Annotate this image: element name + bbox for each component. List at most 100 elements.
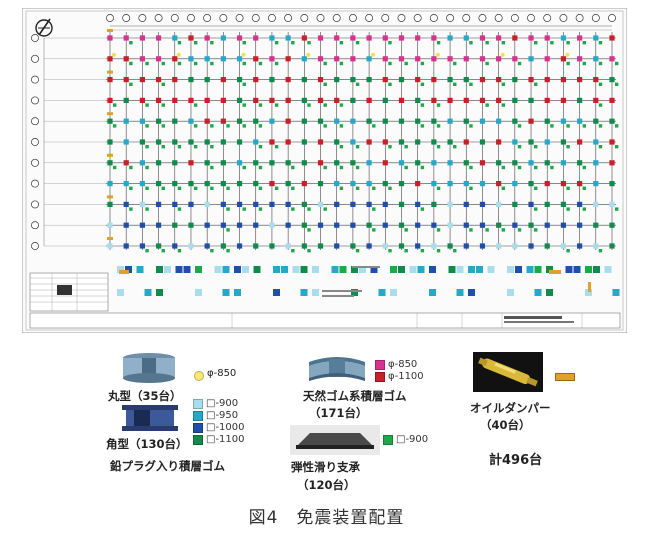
isolator-marker <box>188 139 194 145</box>
column-axis-bubble <box>203 14 212 22</box>
sliding-bearing-marker <box>339 61 344 66</box>
column-axis-bubble <box>429 14 438 22</box>
strip-device-marker <box>144 289 152 296</box>
sliding-bearing-marker <box>226 249 230 253</box>
column-axis-bubble <box>187 14 195 22</box>
isolator-marker <box>253 222 259 228</box>
isolator-marker <box>220 56 226 62</box>
sliding-bearing-marker <box>129 186 133 190</box>
isolator-marker <box>544 139 550 145</box>
isolator-marker <box>269 56 275 62</box>
isolator-marker <box>609 160 615 166</box>
sliding-bearing-marker <box>161 249 165 253</box>
sliding-bearing-marker <box>598 249 603 253</box>
isolator-marker <box>544 97 550 103</box>
isolator-marker <box>172 118 178 124</box>
isolator-marker <box>366 222 372 228</box>
isolator-marker <box>544 243 550 249</box>
isolator-marker <box>317 160 324 166</box>
sliding-bearing-marker <box>469 165 473 170</box>
isolator-marker <box>593 160 599 166</box>
strip-device-marker <box>526 266 534 273</box>
sliding-bearing-marker <box>469 41 473 45</box>
sliding-bearing-marker <box>453 249 457 253</box>
isolator-marker <box>496 139 502 145</box>
legend-swatch-round-850 <box>194 371 204 381</box>
isolator-marker <box>398 118 405 124</box>
slide-900-label: □-900 <box>396 434 429 445</box>
isolator-marker <box>463 139 469 145</box>
sliding-bearing-marker <box>307 207 311 211</box>
sliding-bearing-marker <box>517 124 522 128</box>
isolator-marker <box>560 35 567 41</box>
round-bearing-marker <box>112 52 116 57</box>
isolator-marker <box>415 97 421 103</box>
isolator-marker <box>512 243 518 249</box>
isolator-marker <box>334 139 340 145</box>
isolator-marker <box>155 118 162 124</box>
title-block <box>29 312 621 329</box>
isolator-marker <box>577 35 583 41</box>
sliding-bearing-marker <box>615 145 619 149</box>
isolator-marker <box>350 139 356 145</box>
column-axis-bubble <box>284 14 293 22</box>
isolator-marker <box>172 201 178 207</box>
isolator-marker <box>269 139 275 145</box>
strip-device-marker <box>136 266 144 273</box>
strip-device-marker <box>331 266 339 273</box>
isolator-marker <box>366 243 372 249</box>
strip-device-marker <box>378 289 386 296</box>
sliding-bearing-marker <box>242 41 246 45</box>
row-axis-bubble <box>31 138 39 146</box>
isolator-marker <box>220 243 226 249</box>
isolator-marker <box>107 56 113 62</box>
isolator-marker <box>463 243 469 249</box>
sliding-bearing-marker <box>501 103 506 107</box>
sliding-bearing-marker <box>388 41 392 45</box>
isolator-marker <box>334 222 340 228</box>
isolator-marker <box>431 118 437 124</box>
sliding-bearing-marker <box>274 145 279 149</box>
strip-device-marker <box>253 266 261 273</box>
isolator-marker <box>479 139 486 145</box>
sliding-bearing-marker <box>210 124 214 128</box>
sliding-bearing-marker <box>372 186 376 190</box>
isolator-marker <box>593 243 599 249</box>
isolator-marker <box>463 160 469 166</box>
isolator-marker <box>609 243 615 249</box>
isolator-marker <box>544 222 550 228</box>
isolator-marker <box>544 77 550 83</box>
isolator-marker <box>479 56 486 62</box>
sliding-bearing-marker <box>323 82 327 86</box>
sliding-bearing-marker <box>323 207 327 211</box>
isolator-marker <box>496 77 502 83</box>
isolator-marker <box>512 118 518 124</box>
isolator-marker <box>139 181 145 187</box>
strip-device-marker <box>222 289 230 296</box>
square-bearing-image <box>122 405 178 431</box>
sliding-bearing-marker <box>177 186 182 190</box>
isolator-marker <box>431 160 437 166</box>
sliding-bearing-marker <box>226 124 230 128</box>
isolator-marker <box>317 118 324 124</box>
sliding-bearing-marker <box>355 249 360 253</box>
isolator-marker <box>317 201 324 207</box>
sliding-bearing-marker <box>534 186 538 190</box>
isolator-marker <box>253 77 259 83</box>
isolator-marker <box>172 56 178 62</box>
isolator-marker <box>334 56 340 62</box>
strip-device-marker <box>234 266 241 273</box>
strip-device-marker <box>214 266 222 273</box>
isolator-marker <box>317 222 324 228</box>
isolator-marker <box>366 201 372 207</box>
isolator-marker <box>560 118 567 124</box>
sliding-bearing-marker <box>372 207 376 211</box>
isolator-marker <box>528 77 534 83</box>
sliding-bearing-marker <box>453 61 457 66</box>
isolator-marker <box>155 35 162 41</box>
sliding-bearing-marker <box>113 165 117 170</box>
sliding-bearing-marker <box>566 124 570 128</box>
isolator-marker <box>301 181 307 187</box>
isolator-marker <box>285 35 291 41</box>
column-axis-bubble <box>543 14 552 22</box>
